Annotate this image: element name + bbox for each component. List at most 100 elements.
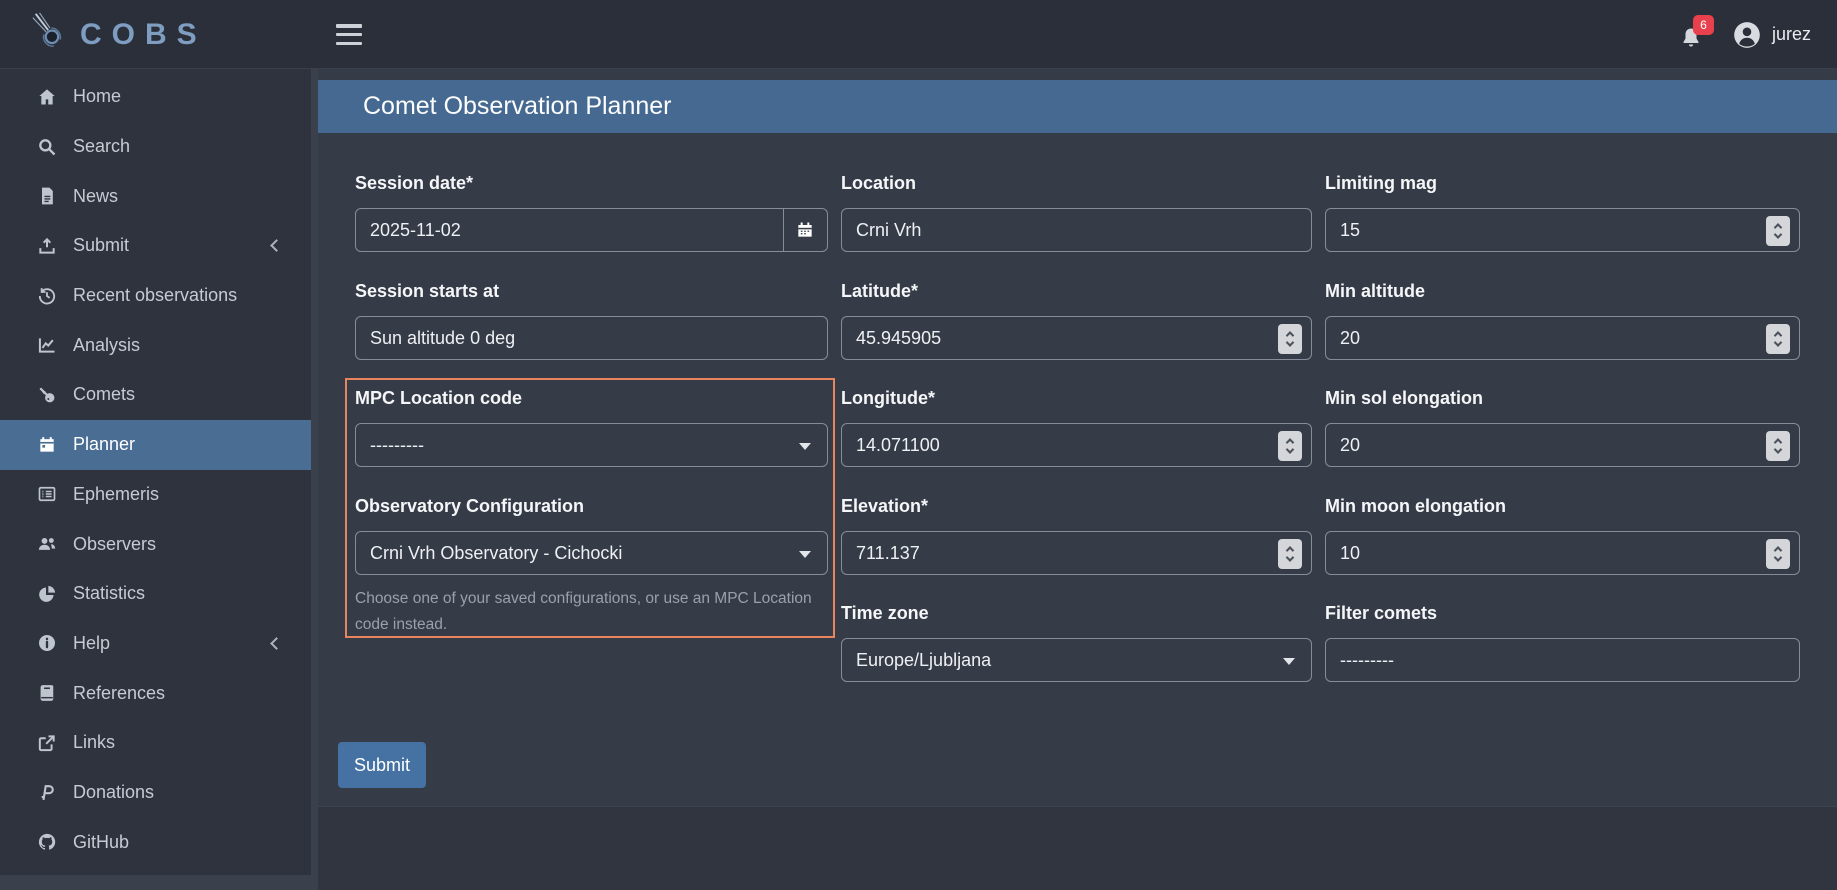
- home-icon: [35, 86, 59, 107]
- caret-down-icon: [799, 551, 811, 558]
- latitude-field: Latitude*: [841, 281, 1312, 360]
- sidebar-item-news[interactable]: News: [0, 171, 311, 221]
- min-moon-elongation-input[interactable]: [1326, 532, 1799, 574]
- users-icon: [35, 534, 59, 555]
- session-date-field: Session date*: [355, 173, 828, 252]
- sidebar-item-observers[interactable]: Observers: [0, 519, 311, 569]
- sidebar-item-planner[interactable]: Planner: [0, 420, 311, 470]
- sidebar: Home Search News Submit Recent observati…: [0, 69, 318, 890]
- filter-comets-label: Filter comets: [1325, 603, 1800, 627]
- sidebar-scrollbar[interactable]: [311, 69, 318, 890]
- longitude-input[interactable]: [842, 424, 1311, 466]
- calendar-icon: [795, 220, 815, 240]
- main-content: Comet Observation Planner Session date* …: [318, 69, 1837, 890]
- limiting-mag-label: Limiting mag: [1325, 173, 1800, 197]
- min-altitude-field: Min altitude: [1325, 281, 1800, 360]
- pie-chart-icon: [35, 583, 59, 604]
- caret-down-icon: [1283, 658, 1295, 665]
- min-moon-elongation-label: Min moon elongation: [1325, 496, 1800, 520]
- sidebar-item-recent-observations[interactable]: Recent observations: [0, 271, 311, 321]
- elevation-label: Elevation*: [841, 496, 1312, 520]
- footer: [318, 806, 1837, 890]
- session-date-label: Session date*: [355, 173, 828, 197]
- latitude-input[interactable]: [842, 317, 1311, 359]
- min-altitude-spinner[interactable]: [1766, 324, 1790, 354]
- sidebar-scrollbar-horizontal[interactable]: [0, 875, 311, 890]
- news-icon: [35, 186, 59, 207]
- brand-logo[interactable]: COBS: [28, 8, 207, 61]
- longitude-label: Longitude*: [841, 388, 1312, 412]
- calendar-icon: [35, 434, 59, 455]
- min-moon-elongation-field: Min moon elongation: [1325, 496, 1800, 575]
- elevation-spinner[interactable]: [1278, 539, 1302, 569]
- session-starts-label: Session starts at: [355, 281, 828, 305]
- sidebar-item-home[interactable]: Home: [0, 72, 311, 122]
- page-title-banner: Comet Observation Planner: [318, 80, 1837, 133]
- username: jurez: [1772, 24, 1811, 45]
- longitude-spinner[interactable]: [1278, 431, 1302, 461]
- latitude-spinner[interactable]: [1278, 324, 1302, 354]
- limiting-mag-field: Limiting mag: [1325, 173, 1800, 252]
- session-date-input[interactable]: [356, 209, 783, 251]
- sidebar-item-help[interactable]: Help: [0, 619, 311, 669]
- location-label: Location: [841, 173, 1312, 197]
- topbar-actions: 6 jurez: [1679, 0, 1811, 69]
- github-icon: [35, 832, 59, 853]
- caret-down-icon: [799, 443, 811, 450]
- min-moon-elongation-spinner[interactable]: [1766, 539, 1790, 569]
- observatory-config-field: Observatory Configuration Crni Vrh Obser…: [355, 496, 828, 638]
- chevron-left-icon: [270, 240, 283, 253]
- elevation-input[interactable]: [842, 532, 1311, 574]
- timezone-label: Time zone: [841, 603, 1312, 627]
- brand-name: COBS: [80, 18, 207, 52]
- notifications-button[interactable]: 6: [1679, 20, 1707, 50]
- sidebar-item-analysis[interactable]: Analysis: [0, 320, 311, 370]
- latitude-label: Latitude*: [841, 281, 1312, 305]
- page-title: Comet Observation Planner: [363, 92, 671, 121]
- session-date-group: [355, 208, 828, 252]
- limiting-mag-input[interactable]: [1326, 209, 1799, 251]
- observatory-config-help-text: Choose one of your saved configurations,…: [355, 586, 828, 638]
- min-sol-elongation-spinner[interactable]: [1766, 431, 1790, 461]
- filter-comets-input[interactable]: [1326, 639, 1799, 681]
- sidebar-item-submit[interactable]: Submit: [0, 221, 311, 271]
- observatory-config-select[interactable]: Crni Vrh Observatory - Cichocki: [355, 531, 828, 575]
- sidebar-item-github[interactable]: GitHub: [0, 817, 311, 867]
- sidebar-item-search[interactable]: Search: [0, 122, 311, 172]
- min-sol-elongation-input[interactable]: [1326, 424, 1799, 466]
- sidebar-item-links[interactable]: Links: [0, 718, 311, 768]
- sidebar-item-references[interactable]: References: [0, 668, 311, 718]
- book-icon: [35, 683, 59, 704]
- user-avatar-icon: [1733, 21, 1761, 49]
- sidebar-item-donations[interactable]: Donations: [0, 768, 311, 818]
- min-sol-elongation-label: Min sol elongation: [1325, 388, 1800, 412]
- session-starts-input[interactable]: [356, 317, 827, 359]
- notification-badge: 6: [1693, 15, 1714, 35]
- sidebar-item-statistics[interactable]: Statistics: [0, 569, 311, 619]
- timezone-select[interactable]: Europe/Ljubljana: [841, 638, 1312, 682]
- mpc-code-label: MPC Location code: [355, 388, 828, 412]
- min-altitude-input[interactable]: [1326, 317, 1799, 359]
- chevron-left-icon: [270, 637, 283, 650]
- sidebar-item-ephemeris[interactable]: Ephemeris: [0, 470, 311, 520]
- location-input[interactable]: [842, 209, 1311, 251]
- user-menu[interactable]: jurez: [1733, 21, 1811, 49]
- upload-icon: [35, 235, 59, 256]
- menu-toggle-button[interactable]: [336, 24, 362, 45]
- history-icon: [35, 285, 59, 306]
- filter-comets-field: Filter comets: [1325, 603, 1800, 682]
- min-altitude-label: Min altitude: [1325, 281, 1800, 305]
- sidebar-item-comets[interactable]: Comets: [0, 370, 311, 420]
- comet-logo-icon: [28, 9, 74, 60]
- session-starts-field: Session starts at: [355, 281, 828, 360]
- elevation-field: Elevation*: [841, 496, 1312, 575]
- submit-button[interactable]: Submit: [338, 742, 426, 788]
- limiting-mag-spinner[interactable]: [1766, 216, 1790, 246]
- comet-icon: [35, 384, 59, 405]
- menu-icon: [336, 24, 362, 28]
- observatory-config-label: Observatory Configuration: [355, 496, 828, 520]
- calendar-picker-button[interactable]: [783, 209, 827, 251]
- mpc-code-select[interactable]: ---------: [355, 423, 828, 467]
- min-sol-elongation-field: Min sol elongation: [1325, 388, 1800, 467]
- external-link-icon: [35, 732, 59, 753]
